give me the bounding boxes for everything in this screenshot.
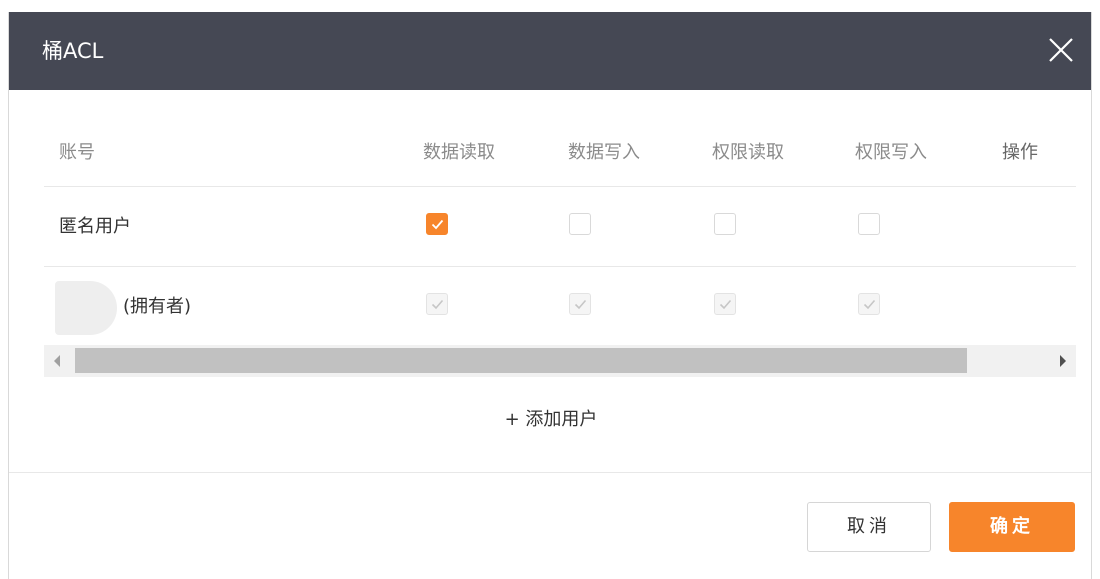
column-header-acl-read: 权限读取: [712, 142, 784, 163]
checkmark-icon: [719, 299, 732, 310]
dialog-title: 桶ACL: [42, 39, 104, 63]
acl-table: 账号 数据读取 数据写入 权限读取 权限写入 操作 匿名用户 (拥有者): [44, 120, 1076, 377]
account-name: 匿名用户: [59, 216, 131, 237]
column-header-actions: 操作: [1002, 142, 1038, 163]
data-write-checkbox: [569, 293, 591, 315]
acl-read-checkbox: [714, 293, 736, 315]
column-header-data-read: 数据读取: [423, 142, 495, 163]
data-read-checkbox: [426, 293, 448, 315]
scroll-right-icon[interactable]: [1060, 355, 1066, 367]
column-header-account: 账号: [59, 142, 95, 163]
scroll-left-icon[interactable]: [54, 355, 60, 367]
data-write-checkbox[interactable]: [569, 213, 591, 235]
dialog-header: 桶ACL: [9, 12, 1091, 90]
table-header: 账号 数据读取 数据写入 权限读取 权限写入 操作: [44, 120, 1076, 187]
checkmark-icon: [863, 299, 876, 310]
checkmark-icon: [574, 299, 587, 310]
acl-write-checkbox: [858, 293, 880, 315]
confirm-button[interactable]: 确定: [949, 502, 1075, 552]
column-header-data-write: 数据写入: [568, 142, 640, 163]
scrollbar-thumb[interactable]: [75, 348, 967, 373]
acl-read-checkbox[interactable]: [714, 213, 736, 235]
column-header-acl-write: 权限写入: [855, 142, 927, 163]
table-row: (拥有者): [44, 267, 1076, 345]
checkmark-icon: [431, 219, 444, 230]
bucket-acl-dialog: 桶ACL 账号 数据读取 数据写入 权限读取 权限写入 操作 匿名用户 (拥有者…: [8, 12, 1092, 579]
owner-label: (拥有者): [123, 296, 192, 317]
close-icon[interactable]: [1045, 34, 1077, 66]
table-row: 匿名用户: [44, 187, 1076, 267]
footer-divider: [9, 472, 1091, 473]
add-user-button[interactable]: + 添加用户: [9, 409, 1091, 431]
checkmark-icon: [431, 299, 444, 310]
acl-write-checkbox[interactable]: [858, 213, 880, 235]
data-read-checkbox[interactable]: [426, 213, 448, 235]
cancel-button[interactable]: 取消: [807, 502, 931, 552]
horizontal-scrollbar[interactable]: [44, 345, 1076, 377]
redacted-account-name: [55, 281, 117, 335]
